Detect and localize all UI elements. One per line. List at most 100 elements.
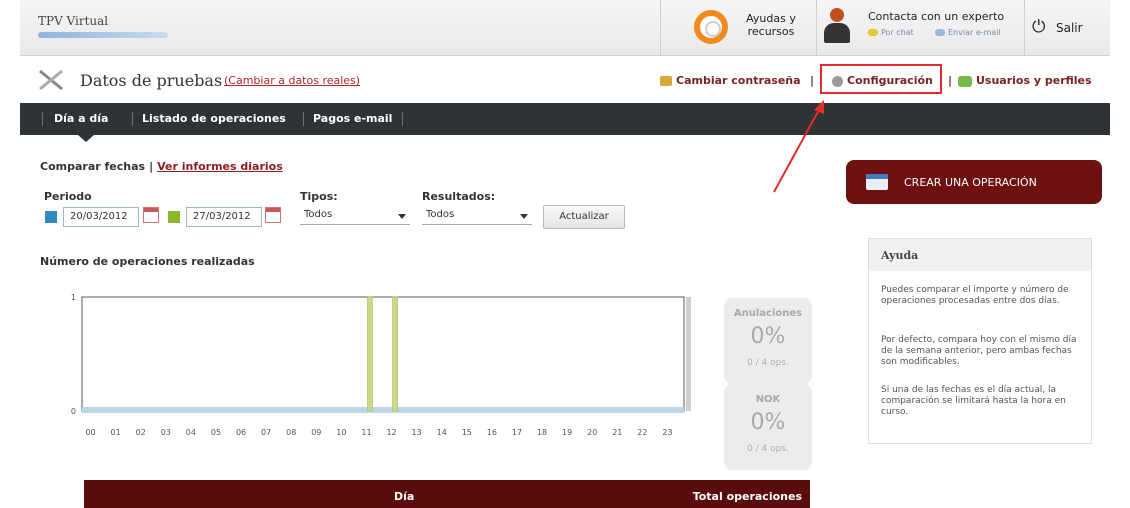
y-tick-label: 1 [71, 293, 76, 302]
tab-separator [132, 112, 133, 126]
x-tick-label: 19 [562, 428, 572, 437]
calendar-icon[interactable] [265, 207, 281, 223]
cancellations-title: Anulaciones [733, 308, 803, 319]
x-tick-label: 11 [361, 428, 371, 437]
x-tick-label: 02 [136, 428, 146, 437]
period-label: Periodo [44, 190, 92, 203]
cancellations-stat-box: Anulaciones 0% 0 / 4 ops. [724, 298, 812, 384]
users-profiles-link[interactable]: Usuarios y perfiles [958, 74, 1092, 87]
column-header-total-operations: Total operaciones [692, 490, 802, 503]
change-password-label: Cambiar contraseña [676, 74, 801, 87]
tab-separator [303, 112, 304, 126]
plot-area [81, 296, 685, 412]
annotation-arrow [773, 100, 824, 193]
email-link[interactable]: Enviar e-mail [935, 28, 1001, 37]
vertical-scrollbar[interactable] [686, 297, 691, 411]
daily-reports-link[interactable]: Ver informes diarios [157, 160, 283, 173]
compare-separator: | [149, 160, 154, 173]
chevron-down-icon [520, 214, 528, 219]
cancellations-ops: 0 / 4 ops. [747, 358, 789, 368]
help-panel: Ayuda Puedes comparar el importe y númer… [868, 238, 1092, 444]
tab-email-payments[interactable]: Pagos e-mail [313, 103, 392, 135]
x-tick-label: 14 [437, 428, 447, 437]
email-link-label: Enviar e-mail [948, 28, 1001, 37]
lifebuoy-icon [694, 10, 728, 44]
column-header-day: Día [394, 490, 415, 503]
logout-button[interactable]: ⏻ Salir [1026, 6, 1106, 50]
x-tick-label: 12 [386, 428, 396, 437]
x-tick-label: 08 [286, 428, 296, 437]
compare-dates-label: Comparar fechas [40, 160, 146, 173]
chart-title: Número de operaciones realizadas [40, 255, 255, 268]
tab-bar: Día a día Listado de operaciones Pagos e… [20, 103, 1110, 142]
x-tick-label: 20 [587, 428, 597, 437]
switch-to-real-data-link[interactable]: (Cambiar a datos reales) [224, 74, 360, 87]
x-tick-label: 13 [412, 428, 422, 437]
nok-stat-box: NOK 0% 0 / 4 ops. [724, 384, 812, 470]
card-terminal-icon [866, 174, 888, 190]
header-divider [1024, 0, 1025, 56]
contact-expert-block: Contacta con un experto Por chat Enviar … [820, 6, 1020, 50]
types-label: Tipos: [300, 190, 338, 203]
tools-icon [39, 69, 63, 91]
chevron-down-icon [398, 214, 406, 219]
configuration-link[interactable]: Configuración [820, 64, 942, 94]
nok-ops: 0 / 4 ops. [747, 444, 789, 454]
help-paragraph: Puedes comparar el importe y número de o… [881, 285, 1069, 306]
x-tick-label: 00 [85, 428, 95, 437]
nok-value: 0% [750, 410, 786, 435]
chat-bubble-icon [868, 29, 878, 36]
header-divider [660, 0, 661, 56]
scrollbar-track[interactable] [82, 407, 684, 413]
date1-input[interactable]: 20/03/2012 [63, 207, 139, 227]
power-icon: ⏻ [1032, 17, 1046, 37]
period1-color-swatch [45, 211, 57, 223]
x-tick-label: 07 [261, 428, 271, 437]
date2-input[interactable]: 27/03/2012 [186, 207, 262, 227]
configuration-label: Configuración [847, 74, 933, 87]
nav-separator: | [810, 74, 815, 87]
chat-link[interactable]: Por chat [868, 28, 914, 37]
x-tick-label: 10 [336, 428, 346, 437]
results-select[interactable]: Todos [422, 207, 532, 225]
change-password-link[interactable]: Cambiar contraseña [660, 74, 801, 87]
x-tick-label: 16 [487, 428, 497, 437]
compare-dates-row: Comparar fechas | Ver informes diarios [40, 160, 283, 173]
x-tick-label: 05 [211, 428, 221, 437]
calendar-icon[interactable] [143, 207, 159, 223]
x-tick-label: 03 [161, 428, 171, 437]
section-title-row: Datos de pruebas (Cambiar a datos reales… [20, 57, 1110, 103]
x-tick-label: 04 [186, 428, 196, 437]
update-button[interactable]: Actualizar [543, 205, 625, 229]
results-label: Resultados: [422, 190, 496, 203]
tab-day-to-day[interactable]: Día a día [54, 103, 108, 135]
nok-title: NOK [755, 394, 781, 405]
tab-operations-list[interactable]: Listado de operaciones [142, 103, 286, 135]
envelope-icon [935, 29, 945, 36]
gear-icon [832, 75, 843, 87]
merchant-name-blurred [38, 32, 168, 38]
page-title: Datos de pruebas [80, 71, 223, 90]
active-tab-indicator [78, 135, 94, 142]
types-select-value: Todos [304, 209, 333, 220]
y-tick-label: 0 [71, 407, 76, 416]
x-tick-label: 09 [311, 428, 321, 437]
key-icon [660, 76, 672, 86]
contact-expert-title: Contacta con un experto [868, 10, 1005, 23]
x-tick-label: 01 [111, 428, 121, 437]
logout-label: Salir [1056, 21, 1083, 35]
types-select[interactable]: Todos [300, 207, 410, 225]
help-resources-button[interactable]: Ayudas y recursos [680, 6, 810, 50]
chart-bar-11 [367, 296, 373, 412]
expert-avatar-icon [824, 8, 850, 44]
x-tick-label: 06 [236, 428, 246, 437]
x-tick-label: 22 [637, 428, 647, 437]
chart-bar-12 [392, 296, 398, 412]
x-tick-label: 23 [662, 428, 672, 437]
period2-color-swatch [168, 211, 180, 223]
create-operation-button[interactable]: CREAR UNA OPERACIÓN [846, 160, 1102, 204]
operations-chart: 01 00 01 02 03 04 05 06 07 08 09 10 11 12 13 14 15 16 17 1… [71, 293, 691, 437]
help-paragraph: Si una de las fechas es el día actual, l… [881, 385, 1066, 417]
header-divider [816, 0, 817, 56]
nav-separator: | [948, 74, 953, 87]
